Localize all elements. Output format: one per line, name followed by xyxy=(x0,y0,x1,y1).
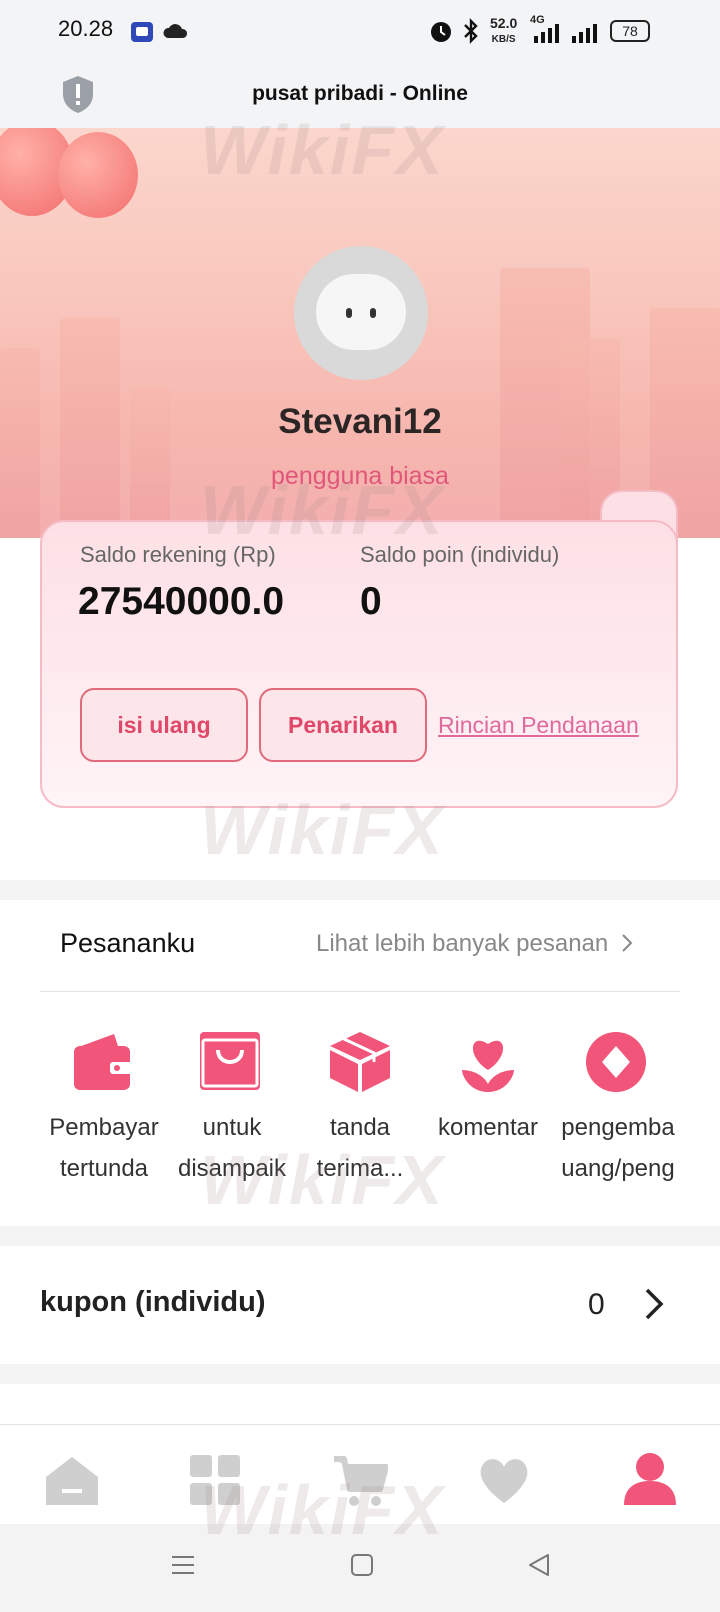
clock: 20.28 xyxy=(58,16,114,41)
account-balance-value: 27540000.0 xyxy=(78,580,285,623)
funding-details-link[interactable]: Rincian Pendanaan xyxy=(438,712,639,739)
order-item-label: pengemba uang/peng xyxy=(561,1114,675,1182)
wallet-icon xyxy=(74,1034,132,1090)
orders-title: Pesananku xyxy=(60,928,196,958)
order-item-pending-payment[interactable]: Pembayar tertunda xyxy=(40,1030,168,1189)
heart-flower-icon xyxy=(462,1040,514,1092)
refund-icon xyxy=(586,1032,646,1092)
balloon-decoration xyxy=(58,132,138,218)
coupon-label: kupon (individu) xyxy=(40,1286,266,1318)
chevron-right-icon xyxy=(621,934,633,952)
network-speed: 52.0 KB/S xyxy=(490,15,518,45)
bluetooth-icon xyxy=(464,18,478,44)
watermark: WikiFX xyxy=(200,111,445,189)
avatar[interactable] xyxy=(294,246,428,380)
home-square-icon[interactable] xyxy=(350,1552,374,1578)
battery-level: 78 xyxy=(622,23,638,39)
user-icon[interactable] xyxy=(622,1451,678,1507)
package-icon xyxy=(330,1032,390,1092)
spacer xyxy=(0,1384,720,1424)
page-title: pusat pribadi - Online xyxy=(252,82,468,105)
cloud-icon xyxy=(163,24,188,38)
order-item-refund[interactable]: pengemba uang/peng xyxy=(552,1030,680,1189)
more-orders-label: Lihat lebih banyak pesanan xyxy=(316,930,609,957)
order-item-review[interactable]: komentar xyxy=(424,1030,552,1148)
watermark: WikiFX xyxy=(200,1471,445,1549)
watermark: WikiFX xyxy=(200,1141,445,1219)
points-balance-value: 0 xyxy=(360,580,382,623)
status-bar: 20.28 52.0 KB/S 4G 78 xyxy=(0,0,720,64)
chevron-right-icon[interactable] xyxy=(642,1286,666,1322)
app-notification-icon xyxy=(131,22,153,42)
back-icon[interactable] xyxy=(526,1552,552,1578)
more-orders-link[interactable]: Lihat lebih banyak pesanan xyxy=(316,930,635,958)
signal-icon-1 xyxy=(534,24,559,43)
heart-icon[interactable] xyxy=(476,1453,532,1509)
home-icon[interactable] xyxy=(44,1453,100,1509)
watermark: WikiFX xyxy=(200,471,445,549)
menu-icon[interactable] xyxy=(170,1552,196,1578)
coupon-count: 0 xyxy=(588,1288,605,1321)
orders-divider xyxy=(40,991,680,992)
watermark: WikiFX xyxy=(200,791,445,869)
battery-icon: 78 xyxy=(610,20,650,42)
username: Stevani12 xyxy=(278,402,442,441)
shopping-bag-icon xyxy=(200,1032,260,1090)
topup-button[interactable]: isi ulang xyxy=(80,688,248,762)
signal-icon-2 xyxy=(572,24,597,43)
withdraw-button[interactable]: Penarikan xyxy=(259,688,427,762)
order-item-label: Pembayar tertunda xyxy=(49,1114,159,1182)
alarm-icon xyxy=(431,22,451,42)
